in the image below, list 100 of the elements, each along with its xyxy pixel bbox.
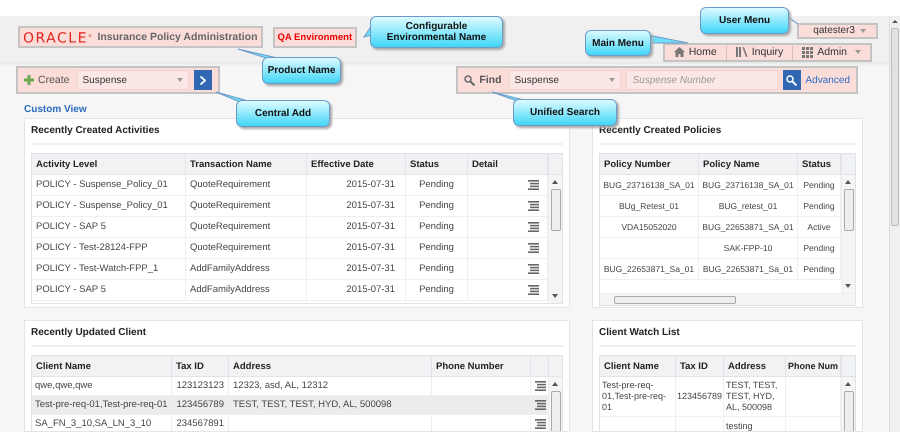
- table-cell: Test-pre-req-01,Test-pre-req-01: [600, 377, 676, 416]
- list-icon[interactable]: [528, 222, 539, 232]
- search-type-dropdown[interactable]: Suspense: [508, 70, 621, 90]
- table-cell: QuoteRequirement: [186, 238, 307, 258]
- panel-title: Recently Created Policies: [599, 125, 722, 138]
- column-header: Tax ID: [676, 356, 724, 376]
- callout: Product Name: [262, 57, 341, 84]
- table-cell: QuoteRequirement: [186, 217, 307, 237]
- table-cell: TEST, TEST, TEST, HYD, AL, 500098: [724, 377, 786, 416]
- table-cell: Test-pre-req-01,Test-pre-req-01: [32, 396, 172, 414]
- selected-row[interactable]: Test-pre-req-01,Test-pre-req-01 123456789 TEST, TEST, TEST, HYD, AL, 500098: [32, 396, 548, 415]
- table-cell: 123456789: [172, 396, 229, 414]
- table-cell: BUG_22653871_SA_01: [699, 217, 798, 237]
- table-cell: AddFamilyAddress: [186, 280, 307, 300]
- table-cell: POLICY - Suspense_Policy_01: [32, 175, 186, 195]
- table-cell: Pending: [406, 175, 468, 195]
- column-header: Policy Name: [699, 154, 798, 174]
- table-cell: BUG_22653871_Sa_01: [600, 259, 699, 279]
- table-cell: 2015-07-31: [307, 280, 406, 300]
- table-cell: 123456789: [676, 377, 724, 416]
- create-type-dropdown[interactable]: Suspense: [76, 70, 189, 90]
- column-header: Phone Num: [786, 356, 841, 376]
- callout: Unified Search: [513, 99, 617, 126]
- table-cell: BUG_23716138_SA_01: [600, 175, 699, 195]
- table-cell: QuoteRequirement: [186, 196, 307, 216]
- table-cell: 2015-07-31: [307, 196, 406, 216]
- panel-title: Recently Created Activities: [31, 125, 161, 138]
- table-cell: POLICY - SAP 5: [32, 217, 186, 237]
- menu-item[interactable]: Admin: [793, 44, 870, 60]
- advanced-search-link[interactable]: Advanced: [806, 74, 850, 86]
- table-cell: POLICY - Test-Watch-FPP_1: [32, 259, 186, 279]
- table-cell: POLICY - Suspense_Policy_01: [32, 196, 186, 216]
- product-name: Insurance Policy Administration: [97, 31, 258, 43]
- list-icon[interactable]: [528, 180, 539, 190]
- scrollbar[interactable]: [841, 175, 855, 293]
- table-cell: POLICY - Test-28124-FPP: [32, 238, 186, 258]
- list-icon[interactable]: [528, 201, 539, 211]
- column-header: Address: [724, 356, 786, 376]
- environment-name: QA Environment: [272, 27, 358, 48]
- table-cell: 2015-07-31: [307, 238, 406, 258]
- table-cell: BUG_retest_01: [699, 196, 798, 216]
- callout: Central Add: [236, 100, 330, 127]
- table-cell: BUg_Retest_01: [600, 196, 699, 216]
- panel-title: Recently Updated Client: [31, 327, 148, 340]
- table-cell: BUG_23716138_SA_01: [699, 175, 798, 195]
- table-cell: 234567891: [172, 415, 229, 431]
- list-icon[interactable]: [528, 243, 539, 253]
- scrollbar[interactable]: [548, 175, 562, 303]
- list-icon[interactable]: [535, 400, 546, 410]
- table-cell: TEST, TEST, TEST, HYD, AL, 500098: [229, 396, 432, 414]
- table-cell: Pending: [406, 217, 468, 237]
- table-cell: VDA15052020: [600, 217, 699, 237]
- go-button[interactable]: [194, 70, 212, 90]
- column-header: Tax ID: [172, 356, 229, 376]
- table-cell: POLICY - SAP 5: [32, 280, 186, 300]
- table-cell: Pending: [406, 280, 468, 300]
- search-field[interactable]: Suspense Number: [626, 70, 778, 90]
- table-cell: QuoteRequirement: [186, 175, 307, 195]
- table-cell: 123123123: [172, 377, 229, 395]
- search-icon: [786, 74, 798, 86]
- callout: User Menu: [700, 7, 789, 34]
- column-header: Effective Date: [307, 154, 406, 174]
- column-header: Activity Level: [32, 154, 186, 174]
- table-cell: SAK-FPP-10: [699, 238, 798, 258]
- column-header: Status: [798, 154, 841, 174]
- custom-view-link[interactable]: Custom View: [24, 103, 87, 117]
- table-cell: testing: [724, 417, 786, 431]
- search-icon: [464, 74, 476, 86]
- create-label: Create: [24, 74, 72, 86]
- grid-icon: [802, 46, 814, 58]
- list-icon[interactable]: [528, 264, 539, 274]
- table-cell: 12323, asd, AL, 12312: [229, 377, 432, 395]
- table-cell: qwe,qwe,qwe: [32, 377, 172, 395]
- table-cell: Pending: [406, 259, 468, 279]
- user-menu[interactable]: qatester3: [797, 23, 878, 39]
- table-cell: Pending: [406, 196, 468, 216]
- list-icon[interactable]: [535, 381, 546, 391]
- plus-icon: [24, 75, 34, 85]
- column-header: Address: [229, 356, 432, 376]
- find-label: Find: [464, 74, 504, 86]
- table-cell: 2015-07-31: [307, 217, 406, 237]
- menu-item[interactable]: Inquiry: [726, 44, 794, 60]
- column-header: Client Name: [32, 356, 172, 376]
- column-header: Transaction Name: [186, 154, 307, 174]
- menu-item[interactable]: Home: [664, 44, 727, 60]
- table-cell: Pending: [406, 238, 468, 258]
- column-header: Detail: [468, 154, 548, 174]
- table-cell: BUG_22653871_Sa_01: [699, 259, 798, 279]
- search-button[interactable]: [782, 70, 801, 90]
- column-header: Client Name: [600, 356, 676, 376]
- table-cell: SA_FN_3_10,SA_LN_3_10: [32, 415, 172, 431]
- list-icon[interactable]: [535, 419, 546, 429]
- callout: Configurable Environmental Name: [370, 16, 503, 48]
- table-cell: 2015-07-31: [307, 175, 406, 195]
- page-scrollbar[interactable]: [889, 16, 900, 432]
- table-cell: 2015-07-31: [307, 259, 406, 279]
- list-icon[interactable]: [528, 285, 539, 295]
- panel-title: Client Watch List: [599, 327, 681, 340]
- horizontal-scrollbar[interactable]: [600, 293, 855, 305]
- column-header: Status: [406, 154, 468, 174]
